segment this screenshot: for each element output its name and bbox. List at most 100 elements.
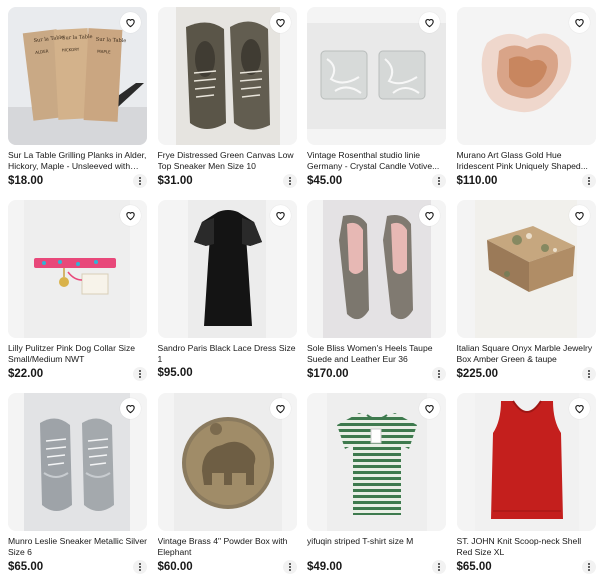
listing-image[interactable] bbox=[157, 7, 297, 145]
listing-title[interactable]: Vintage Rosenthal studio linie Germany -… bbox=[307, 150, 446, 172]
listing-price: $49.00 bbox=[307, 561, 343, 573]
listing-card[interactable]: yifuqin striped T-shirt size M $49.00 bbox=[307, 393, 446, 583]
more-options-button[interactable] bbox=[282, 174, 297, 188]
more-vertical-icon bbox=[438, 369, 440, 372]
favorite-button[interactable] bbox=[568, 12, 590, 33]
more-vertical-icon bbox=[139, 369, 141, 372]
listing-title[interactable]: yifuqin striped T-shirt size M bbox=[307, 536, 446, 558]
listing-card[interactable]: Munro Leslie Sneaker Metallic Silver Siz… bbox=[8, 393, 147, 583]
price-row: $225.00 bbox=[457, 367, 596, 381]
listing-price: $65.00 bbox=[8, 561, 44, 573]
favorite-button[interactable] bbox=[269, 398, 291, 419]
heart-outline-icon bbox=[425, 211, 434, 221]
favorite-button[interactable] bbox=[120, 12, 141, 33]
listing-card[interactable]: Sandro Paris Black Lace Dress Size 1 $95… bbox=[157, 200, 297, 390]
listing-title[interactable]: Vintage Brass 4" Powder Box with Elephan… bbox=[158, 536, 297, 558]
favorite-button[interactable] bbox=[120, 398, 141, 419]
more-options-button[interactable] bbox=[581, 560, 596, 574]
listing-image[interactable]: Sur la Table ALDER Sur la Table HICKORY … bbox=[8, 7, 147, 145]
more-vertical-icon bbox=[587, 562, 590, 565]
listing-card[interactable]: Vintage Brass 4" Powder Box with Elephan… bbox=[157, 393, 297, 583]
more-options-button[interactable] bbox=[133, 367, 147, 381]
listing-image[interactable] bbox=[456, 393, 596, 531]
heart-outline-icon bbox=[275, 211, 285, 221]
listing-price: $110.00 bbox=[456, 175, 498, 187]
more-options-button[interactable] bbox=[581, 174, 596, 188]
heart-outline-icon bbox=[275, 18, 285, 28]
more-options-button[interactable] bbox=[432, 367, 446, 381]
more-options-button[interactable] bbox=[282, 560, 297, 574]
more-vertical-icon bbox=[139, 562, 141, 565]
price-row: $31.00 bbox=[158, 174, 297, 188]
listing-image[interactable] bbox=[307, 7, 446, 145]
listing-card[interactable]: Italian Square Onyx Marble Jewelry Box A… bbox=[456, 200, 596, 390]
price-row: $49.00 bbox=[307, 560, 446, 574]
price-row: $110.00 bbox=[457, 174, 596, 188]
listing-title[interactable]: Sur La Table Grilling Planks in Alder, H… bbox=[8, 150, 147, 172]
listing-card[interactable]: ST. JOHN Knit Scoop-neck Shell Red Size … bbox=[456, 393, 596, 583]
heart-outline-icon bbox=[126, 404, 135, 414]
more-vertical-icon bbox=[587, 176, 590, 179]
plank-label-maple: MAPLE bbox=[97, 49, 111, 55]
listing-price: $225.00 bbox=[456, 368, 499, 380]
heart-outline-icon bbox=[425, 404, 434, 414]
favorite-button[interactable] bbox=[269, 205, 291, 226]
listing-title[interactable]: Italian Square Onyx Marble Jewelry Box A… bbox=[457, 343, 596, 365]
listing-title[interactable]: ST. JOHN Knit Scoop-neck Shell Red Size … bbox=[457, 536, 596, 558]
heart-outline-icon bbox=[126, 211, 135, 221]
listing-price: $45.00 bbox=[307, 175, 343, 187]
price-row: $22.00 bbox=[8, 367, 147, 381]
listing-image[interactable] bbox=[307, 200, 446, 338]
listing-price: $65.00 bbox=[456, 561, 492, 573]
price-row: $95.00 bbox=[158, 367, 297, 379]
more-options-button[interactable] bbox=[432, 174, 446, 188]
listing-image[interactable] bbox=[456, 7, 596, 145]
listing-image[interactable] bbox=[8, 393, 147, 531]
listing-card[interactable]: Vintage Rosenthal studio linie Germany -… bbox=[307, 7, 446, 197]
favorite-button[interactable] bbox=[120, 205, 141, 226]
heart-outline-icon bbox=[574, 18, 584, 28]
more-options-button[interactable] bbox=[581, 367, 596, 381]
listing-card[interactable]: Sole Bliss Women's Heels Taupe Suede and… bbox=[307, 200, 446, 390]
favorite-button[interactable] bbox=[419, 398, 440, 419]
listing-image[interactable] bbox=[456, 200, 596, 338]
more-vertical-icon bbox=[288, 562, 291, 565]
listing-price: $95.00 bbox=[157, 367, 193, 379]
favorite-button[interactable] bbox=[568, 398, 590, 419]
more-options-button[interactable] bbox=[133, 174, 147, 188]
more-options-button[interactable] bbox=[133, 560, 147, 574]
listing-title[interactable]: Frye Distressed Green Canvas Low Top Sne… bbox=[158, 150, 297, 172]
listing-image[interactable] bbox=[307, 393, 446, 531]
heart-outline-icon bbox=[574, 211, 584, 221]
more-vertical-icon bbox=[288, 176, 291, 179]
listing-card[interactable]: Murano Art Glass Gold Hue Iridescent Pin… bbox=[456, 7, 596, 197]
more-vertical-icon bbox=[438, 176, 440, 179]
heart-outline-icon bbox=[126, 18, 135, 28]
favorite-button[interactable] bbox=[269, 12, 291, 33]
price-row: $60.00 bbox=[158, 560, 297, 574]
listing-title[interactable]: Murano Art Glass Gold Hue Iridescent Pin… bbox=[457, 150, 596, 172]
listing-card[interactable]: Frye Distressed Green Canvas Low Top Sne… bbox=[157, 7, 297, 197]
more-vertical-icon bbox=[438, 562, 440, 565]
favorite-button[interactable] bbox=[568, 205, 590, 226]
listing-title[interactable]: Munro Leslie Sneaker Metallic Silver Siz… bbox=[8, 536, 147, 558]
favorite-button[interactable] bbox=[419, 205, 440, 226]
listing-price: $170.00 bbox=[307, 368, 349, 380]
listing-title[interactable]: Sole Bliss Women's Heels Taupe Suede and… bbox=[307, 343, 446, 365]
heart-outline-icon bbox=[425, 18, 434, 28]
heart-outline-icon bbox=[275, 404, 285, 414]
plank-label-hickory: HICKORY bbox=[62, 47, 80, 53]
listing-card[interactable]: Lilly Pulitzer Pink Dog Collar Size Smal… bbox=[8, 200, 147, 390]
listing-title[interactable]: Sandro Paris Black Lace Dress Size 1 bbox=[158, 343, 297, 365]
listing-image[interactable] bbox=[157, 393, 297, 531]
favorite-button[interactable] bbox=[419, 12, 440, 33]
price-row: $170.00 bbox=[307, 367, 446, 381]
listing-image[interactable] bbox=[8, 200, 147, 338]
more-options-button[interactable] bbox=[432, 560, 446, 574]
listing-price: $31.00 bbox=[157, 175, 193, 187]
price-row: $65.00 bbox=[8, 560, 147, 574]
listing-title[interactable]: Lilly Pulitzer Pink Dog Collar Size Smal… bbox=[8, 343, 147, 365]
price-row: $65.00 bbox=[457, 560, 596, 574]
listing-card[interactable]: Sur la Table ALDER Sur la Table HICKORY … bbox=[8, 7, 147, 197]
listing-image[interactable] bbox=[157, 200, 297, 338]
